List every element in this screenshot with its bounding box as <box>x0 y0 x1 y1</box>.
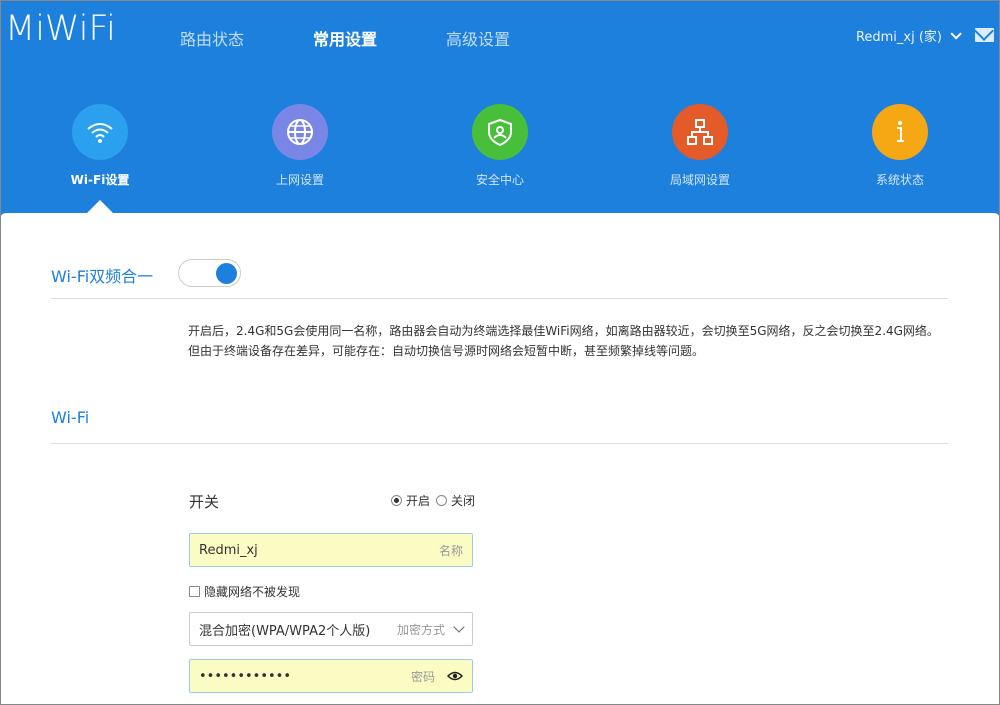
desc-line-1: 开启后，2.4G和5G会使用同一名称，路由器会自动为终端选择最佳WiFi网络，如… <box>188 324 939 338</box>
dualband-toggle[interactable] <box>178 259 241 287</box>
desc-line-2: 但由于终端设备存在差异，可能存在：自动切换信号源时网络会短暂中断，甚至频繁掉线等… <box>188 344 705 358</box>
nav-advanced-settings[interactable]: 高级设置 <box>446 26 510 50</box>
ssid-input[interactable]: Redmi_xj 名称 <box>189 533 473 567</box>
hide-network-label: 隐藏网络不被发现 <box>204 585 301 599</box>
category-nav: Wi-Fi设置 上网设置 安全中心 局域网设置 系统状态 <box>0 104 1000 194</box>
wifi-section-title: Wi-Fi <box>51 408 90 427</box>
toggle-knob <box>216 263 237 284</box>
user-menu[interactable]: Redmi_xj (家) <box>855 26 962 45</box>
chevron-down-icon <box>453 620 465 633</box>
category-label: 局域网设置 <box>669 173 730 187</box>
radio-on[interactable]: 开启 <box>391 492 430 509</box>
hide-network-checkbox[interactable] <box>189 586 200 597</box>
radio-button-off[interactable] <box>436 495 448 506</box>
main-content: Wi-Fi双频合一 开启后，2.4G和5G会使用同一名称，路由器会自动为终端选择… <box>0 213 1000 705</box>
encryption-select[interactable]: 混合加密(WPA/WPA2个人版) 加密方式 <box>189 612 473 646</box>
dualband-description: 开启后，2.4G和5G会使用同一名称，路由器会自动为终端选择最佳WiFi网络，如… <box>188 321 939 361</box>
category-security-center[interactable]: 安全中心 <box>440 104 560 188</box>
encryption-value: 混合加密(WPA/WPA2个人版) <box>199 623 371 639</box>
category-label: 上网设置 <box>275 173 324 187</box>
radio-off[interactable]: 关闭 <box>436 492 475 509</box>
wifi-switch-radio-group: 开启 关闭 <box>391 492 481 509</box>
chevron-down-icon <box>950 27 962 40</box>
info-icon <box>872 104 928 160</box>
category-wifi-settings[interactable]: Wi-Fi设置 <box>40 104 160 188</box>
wifi-icon <box>72 104 128 160</box>
nav-common-settings[interactable]: 常用设置 <box>313 26 377 50</box>
dualband-title: Wi-Fi双频合一 <box>51 267 154 286</box>
nav-router-status[interactable]: 路由状态 <box>180 26 244 50</box>
active-tab-pointer <box>87 200 113 213</box>
password-input[interactable]: •••••••••••• 密码 <box>189 659 473 693</box>
divider <box>51 443 948 444</box>
wifi-switch-label: 开关 <box>189 493 220 511</box>
eye-icon[interactable] <box>447 671 463 681</box>
mail-icon[interactable] <box>975 28 994 42</box>
user-name: Redmi_xj (家) <box>855 30 942 45</box>
globe-icon <box>272 104 328 160</box>
header-bar: MiWiFi 路由状态 常用设置 高级设置 Redmi_xj (家) Wi-Fi… <box>0 0 1000 213</box>
password-value: •••••••••••• <box>199 668 292 684</box>
category-label: 系统状态 <box>875 173 924 187</box>
radio-button-on[interactable] <box>391 495 402 506</box>
category-system-status[interactable]: 系统状态 <box>840 104 960 188</box>
encryption-hint: 加密方式 <box>396 622 445 637</box>
category-label: 安全中心 <box>475 173 524 187</box>
divider <box>51 298 948 299</box>
ssid-value: Redmi_xj <box>199 542 258 558</box>
category-lan-settings[interactable]: 局域网设置 <box>640 104 760 188</box>
hide-network-checkbox-row[interactable]: 隐藏网络不被发现 <box>189 583 300 600</box>
network-icon <box>672 104 728 160</box>
ssid-hint: 名称 <box>438 543 463 558</box>
category-label: Wi-Fi设置 <box>70 173 130 187</box>
radio-off-label: 关闭 <box>451 494 476 508</box>
password-hint: 密码 <box>410 669 435 684</box>
category-internet-settings[interactable]: 上网设置 <box>240 104 360 188</box>
top-nav: 路由状态 常用设置 高级设置 <box>180 26 579 50</box>
radio-on-label: 开启 <box>406 494 431 508</box>
miwifi-logo[interactable]: MiWiFi <box>5 9 116 49</box>
shield-icon <box>472 104 528 160</box>
